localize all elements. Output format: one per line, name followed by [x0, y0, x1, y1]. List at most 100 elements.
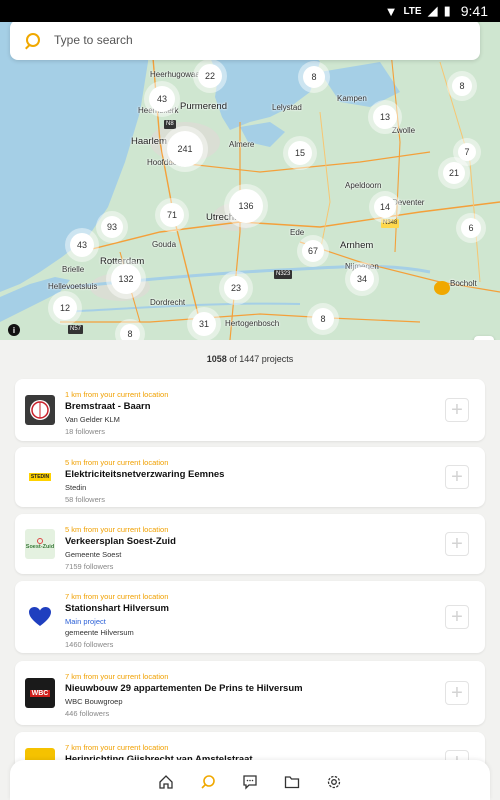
project-followers: 18 followers [65, 427, 106, 436]
project-distance: 7 km from your current location [65, 592, 169, 601]
info-icon[interactable]: i [8, 324, 20, 336]
chat-icon[interactable] [240, 772, 260, 792]
home-icon[interactable] [156, 772, 176, 792]
project-organization: WBC Bouwgroep [65, 697, 123, 706]
project-card[interactable]: WBC 7 km from your current location Nieu… [15, 661, 485, 725]
map-cluster[interactable]: 67 [302, 240, 324, 262]
project-distance: 5 km from your current location [65, 458, 169, 467]
project-distance: 7 km from your current location [65, 672, 169, 681]
city-label: Ede [290, 228, 305, 237]
project-title: Nieuwbouw 29 appartementen De Prins te H… [65, 683, 303, 694]
project-card[interactable]: 7 km from your current location Stations… [15, 581, 485, 653]
map-cluster[interactable]: 241 [167, 131, 203, 167]
project-card[interactable]: 1 km from your current location Bremstra… [15, 379, 485, 441]
city-label: Deventer [392, 198, 425, 207]
map-cluster[interactable]: 43 [149, 86, 175, 112]
map-cluster[interactable]: 23 [224, 276, 248, 300]
hg-logo [25, 395, 55, 425]
map-cluster[interactable]: 43 [70, 233, 94, 257]
folder-icon[interactable] [282, 772, 302, 792]
project-count-shown: 1058 [206, 354, 227, 364]
map-cluster[interactable]: 8 [303, 66, 325, 88]
bottom-navigation [10, 760, 490, 800]
map-cluster[interactable]: 15 [288, 141, 312, 165]
map-cluster[interactable]: 31 [192, 312, 216, 336]
map-cluster[interactable]: 7 [458, 143, 476, 161]
city-label: Dordrecht [150, 298, 186, 307]
city-label: Purmerend [180, 101, 227, 112]
heart-icon [29, 607, 51, 626]
wbc-logo: WBC [25, 678, 55, 708]
search-bar[interactable] [10, 20, 480, 60]
main-project-tag[interactable]: Main project [65, 616, 169, 627]
city-label: Almere [229, 140, 255, 149]
map-cluster[interactable]: 132 [111, 264, 141, 294]
clock: 9:41 [460, 3, 488, 19]
project-text: 5 km from your current location Elektric… [65, 457, 224, 506]
map-cluster[interactable]: 14 [374, 196, 396, 218]
soest-zuid-logo-text: Soest-Zuid [25, 544, 55, 550]
map-cluster[interactable]: 71 [160, 203, 184, 227]
follow-button[interactable]: + [445, 465, 469, 489]
project-followers: 1460 followers [65, 640, 114, 649]
project-map[interactable]: Heerhugowaard Heemskerk Purmerend Haarle… [0, 22, 500, 340]
city-label: Gouda [152, 240, 177, 249]
map-cluster[interactable]: 8 [312, 308, 334, 330]
search-input[interactable] [54, 33, 434, 47]
map-cluster[interactable]: 8 [452, 76, 472, 96]
map-cluster[interactable]: 93 [101, 216, 123, 238]
stedin-logo-text: STEDIN [28, 473, 52, 481]
project-organization: gemeente Hilversum [65, 628, 134, 637]
project-title: Bremstraat - Baarn [65, 401, 151, 412]
gear-icon[interactable] [324, 772, 344, 792]
city-label: Kampen [337, 94, 367, 103]
project-text: 5 km from your current location Verkeers… [65, 524, 176, 573]
road-shield: N8 [164, 120, 176, 129]
project-organization: Gemeente Soest [65, 550, 122, 559]
city-label: Hellevoetsluis [48, 282, 98, 291]
battery-icon: ▮ [443, 3, 451, 18]
city-label: Bocholt [450, 279, 477, 288]
follow-button[interactable]: + [445, 532, 469, 556]
project-followers: 446 followers [65, 709, 110, 718]
project-card[interactable]: STEDIN 5 km from your current location E… [15, 447, 485, 507]
locate-button[interactable] [474, 336, 494, 340]
follow-button[interactable]: + [445, 398, 469, 422]
road-shield: N348 [381, 219, 400, 228]
city-label: Haarlem [131, 136, 167, 147]
follow-button[interactable]: + [445, 605, 469, 629]
project-text: 7 km from your current location Stations… [65, 591, 169, 651]
map-cluster[interactable]: 8 [120, 324, 140, 340]
project-followers: 7159 followers [65, 562, 114, 571]
city-label: Brielle [62, 265, 85, 274]
status-bar: ▼ LTE ◢ ▮ 9:41 [0, 0, 500, 22]
map-cluster[interactable]: 21 [443, 162, 465, 184]
network-type: LTE [403, 5, 422, 17]
map-cluster[interactable]: 12 [53, 296, 77, 320]
project-count-total: of 1447 projects [229, 354, 294, 364]
speech-bubble-icon[interactable] [434, 281, 450, 295]
project-card[interactable]: Soest-Zuid 5 km from your current locati… [15, 514, 485, 574]
project-organization: Stedin [65, 483, 87, 492]
search-icon[interactable] [198, 772, 218, 792]
city-label: Apeldoorn [345, 181, 382, 190]
map-cluster[interactable]: 22 [198, 64, 222, 88]
project-distance: 5 km from your current location [65, 525, 169, 534]
hg-logo-mark [30, 400, 50, 420]
follow-button[interactable]: + [445, 681, 469, 705]
map-cluster[interactable]: 13 [373, 105, 397, 129]
project-distance: 7 km from your current location [65, 743, 169, 752]
map-cluster[interactable]: 136 [229, 189, 263, 223]
road-shield: N57 [68, 325, 84, 334]
project-organization: Van Gelder KLM [65, 415, 120, 424]
project-followers: 58 followers [65, 495, 106, 504]
map-cluster[interactable]: 34 [350, 267, 374, 291]
road-shield: N323 [274, 270, 293, 279]
wifi-icon: ◢ [427, 3, 438, 18]
map-background [0, 22, 500, 340]
map-cluster[interactable]: 6 [461, 218, 481, 238]
search-icon [26, 33, 40, 47]
city-label: Arnhem [340, 240, 374, 251]
project-title: Elektriciteitsnetverzwaring Eemnes [65, 469, 225, 480]
project-text: 7 km from your current location Nieuwbou… [65, 671, 303, 720]
